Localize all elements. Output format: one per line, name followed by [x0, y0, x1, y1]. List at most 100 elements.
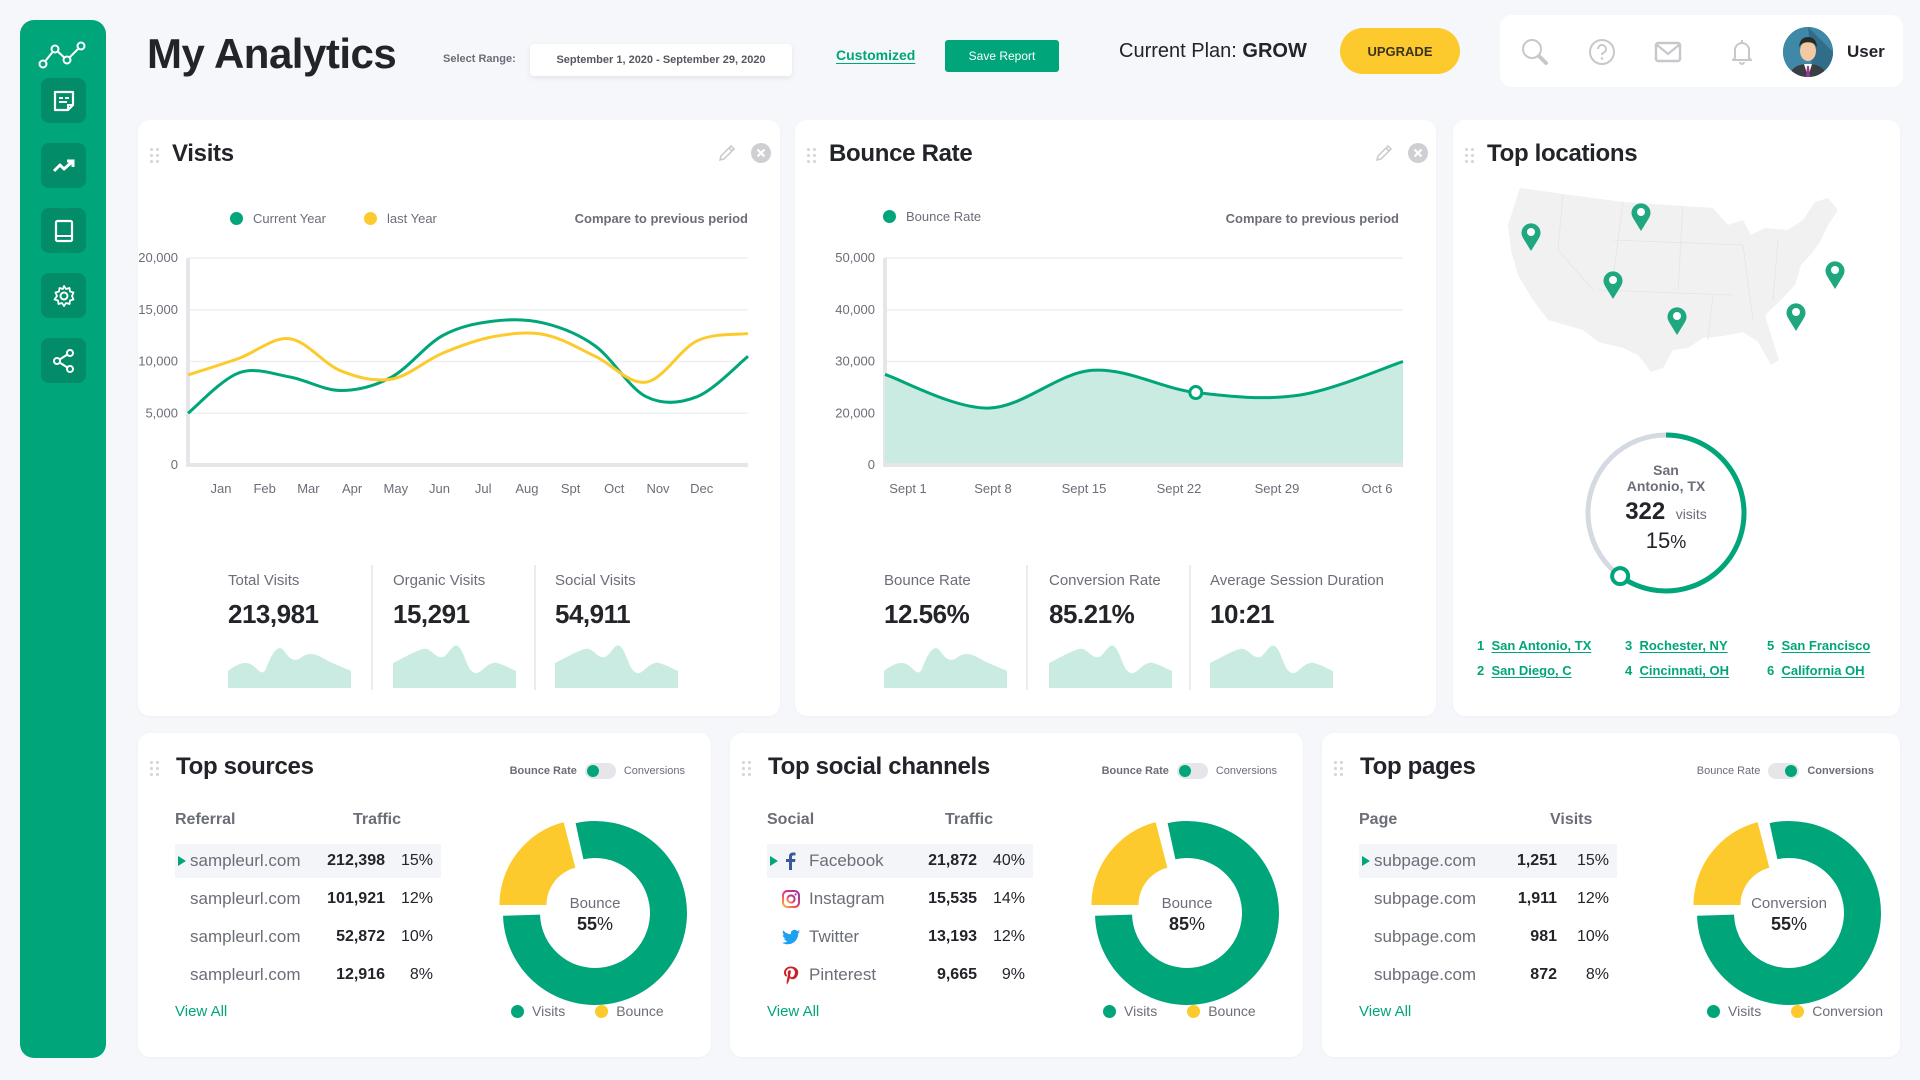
- row-percent: 8%: [1585, 966, 1609, 983]
- location-name[interactable]: Cincinnati, OH: [1639, 663, 1729, 678]
- edit-icon[interactable]: [1373, 142, 1395, 164]
- upgrade-button[interactable]: UPGRADE: [1340, 28, 1460, 74]
- customized-link[interactable]: Customized: [836, 47, 915, 63]
- save-report-button[interactable]: Save Report: [945, 40, 1059, 72]
- compare-link[interactable]: Compare to previous period: [575, 211, 748, 226]
- map-pin-icon[interactable]: [1785, 302, 1807, 332]
- line-chart-icon: [38, 41, 86, 69]
- map-pin-icon[interactable]: [1602, 270, 1624, 300]
- row-percent: 8%: [409, 966, 433, 983]
- edit-icon[interactable]: [716, 142, 738, 164]
- drag-handle-icon[interactable]: [150, 761, 160, 777]
- map-pin-icon[interactable]: [1520, 222, 1542, 252]
- table-row[interactable]: sampleurl.com 12,916 8%: [175, 958, 441, 992]
- table-row[interactable]: sampleurl.com 212,398 15%: [175, 844, 441, 878]
- map-pin-icon[interactable]: [1630, 202, 1652, 232]
- drag-handle-icon[interactable]: [807, 148, 817, 164]
- view-all-link[interactable]: View All: [1359, 1003, 1411, 1020]
- close-icon[interactable]: [750, 142, 772, 164]
- row-name: subpage.com: [1374, 851, 1477, 870]
- table-row[interactable]: Pinterest 9,665 9%: [767, 958, 1033, 992]
- visits-line-chart: 0 5,000 10,000 15,000 20,000 Jan Feb Mar Apr May J…: [138, 250, 749, 496]
- location-item[interactable]: 5 San Francisco: [1767, 638, 1870, 653]
- toggle-switch[interactable]: [584, 763, 616, 779]
- sidebar-item-settings[interactable]: [41, 273, 86, 318]
- location-name[interactable]: San Antonio, TX: [1491, 638, 1591, 653]
- compare-link[interactable]: Compare to previous period: [1226, 211, 1399, 226]
- table-row[interactable]: Instagram 15,535 14%: [767, 882, 1033, 916]
- y-tick-label: 5,000: [145, 405, 178, 420]
- donut-slice-bounce[interactable]: [1091, 822, 1168, 905]
- highlight-city-line2: Antonio, TX: [1626, 478, 1706, 494]
- donut-slice-bounce[interactable]: [499, 822, 576, 905]
- view-all-link[interactable]: View All: [175, 1003, 227, 1020]
- row-name: Facebook: [809, 851, 884, 870]
- donut-center-label: Conversion 55%: [1689, 895, 1889, 935]
- column-header: Visits: [1550, 811, 1593, 828]
- location-name[interactable]: San Francisco: [1781, 638, 1870, 653]
- mail-icon[interactable]: [1653, 37, 1683, 67]
- toggle-label-right[interactable]: Conversions: [1807, 765, 1874, 777]
- table-row[interactable]: Facebook 21,872 40%: [767, 844, 1033, 878]
- sidebar-item-share[interactable]: [41, 338, 86, 383]
- toggle-label-left[interactable]: Bounce Rate: [1697, 765, 1761, 777]
- table-row[interactable]: subpage.com 1,251 15%: [1359, 844, 1617, 878]
- x-tick-label: Jun: [429, 481, 450, 496]
- legend-item: Bounce: [1187, 1003, 1256, 1019]
- toggle-label-left[interactable]: Bounce Rate: [1102, 765, 1169, 777]
- toggle-label-left[interactable]: Bounce Rate: [510, 765, 577, 777]
- location-name[interactable]: California OH: [1781, 663, 1864, 678]
- location-item[interactable]: 3 Rochester, NY: [1625, 638, 1728, 653]
- sparkline-area: [884, 648, 1007, 688]
- table-row[interactable]: sampleurl.com 52,872 10%: [175, 920, 441, 954]
- table-row[interactable]: subpage.com 981 10%: [1359, 920, 1617, 954]
- twitter-icon: [781, 927, 801, 947]
- search-icon[interactable]: [1520, 37, 1550, 67]
- ring-handle[interactable]: [1610, 566, 1631, 587]
- sparkline: [1210, 645, 1333, 688]
- x-tick-label: Spt: [561, 481, 581, 496]
- location-name[interactable]: Rochester, NY: [1639, 638, 1727, 653]
- row-percent: 10%: [400, 928, 433, 945]
- map-pin-icon[interactable]: [1666, 306, 1688, 336]
- location-item[interactable]: 1 San Antonio, TX: [1477, 638, 1591, 653]
- stat-value: 10:21: [1210, 599, 1275, 629]
- y-tick-label: 15,000: [138, 302, 178, 317]
- drag-handle-icon[interactable]: [1334, 761, 1344, 777]
- toggle-label-right[interactable]: Conversions: [1216, 765, 1277, 777]
- location-name[interactable]: San Diego, C: [1491, 663, 1571, 678]
- highlight-point[interactable]: [1188, 385, 1204, 401]
- table-row[interactable]: Twitter 13,193 12%: [767, 920, 1033, 954]
- close-icon[interactable]: [1407, 142, 1429, 164]
- view-all-link[interactable]: View All: [767, 1003, 819, 1020]
- toggle-switch[interactable]: [1768, 763, 1800, 779]
- help-icon[interactable]: [1587, 37, 1617, 67]
- visits-card: Visits Current Year last Year Compare to…: [138, 120, 780, 716]
- donut-value-number: 55: [576, 914, 597, 934]
- location-item[interactable]: 6 California OH: [1767, 663, 1865, 678]
- location-item[interactable]: 2 San Diego, C: [1477, 663, 1572, 678]
- toggle-switch[interactable]: [1176, 763, 1208, 779]
- sidebar-item-trends[interactable]: [41, 143, 86, 188]
- toggle-label-right[interactable]: Conversions: [624, 765, 685, 777]
- user-name[interactable]: User: [1847, 42, 1885, 62]
- y-tick-label: 0: [171, 457, 178, 472]
- row-value: 1,911: [1517, 890, 1557, 907]
- table-row[interactable]: subpage.com 1,911 12%: [1359, 882, 1617, 916]
- legend-dot: [1187, 1004, 1201, 1018]
- map-pin-icon[interactable]: [1824, 260, 1846, 290]
- bell-icon[interactable]: [1727, 37, 1757, 67]
- donut-value-sign: %: [1189, 914, 1206, 934]
- drag-handle-icon[interactable]: [150, 148, 160, 164]
- location-item[interactable]: 4 Cincinnati, OH: [1625, 663, 1729, 678]
- sidebar-item-notes[interactable]: [41, 78, 86, 123]
- drag-handle-icon[interactable]: [742, 761, 752, 777]
- legend-item: Visits: [1707, 1003, 1761, 1019]
- donut-value-number: 85: [1168, 914, 1189, 934]
- sidebar-item-library[interactable]: [41, 208, 86, 253]
- donut-slice-bounce[interactable]: [1693, 822, 1770, 905]
- avatar[interactable]: [1783, 27, 1833, 77]
- date-range-input[interactable]: [530, 44, 792, 76]
- table-row[interactable]: subpage.com 872 8%: [1359, 958, 1617, 992]
- table-row[interactable]: sampleurl.com 101,921 12%: [175, 882, 441, 916]
